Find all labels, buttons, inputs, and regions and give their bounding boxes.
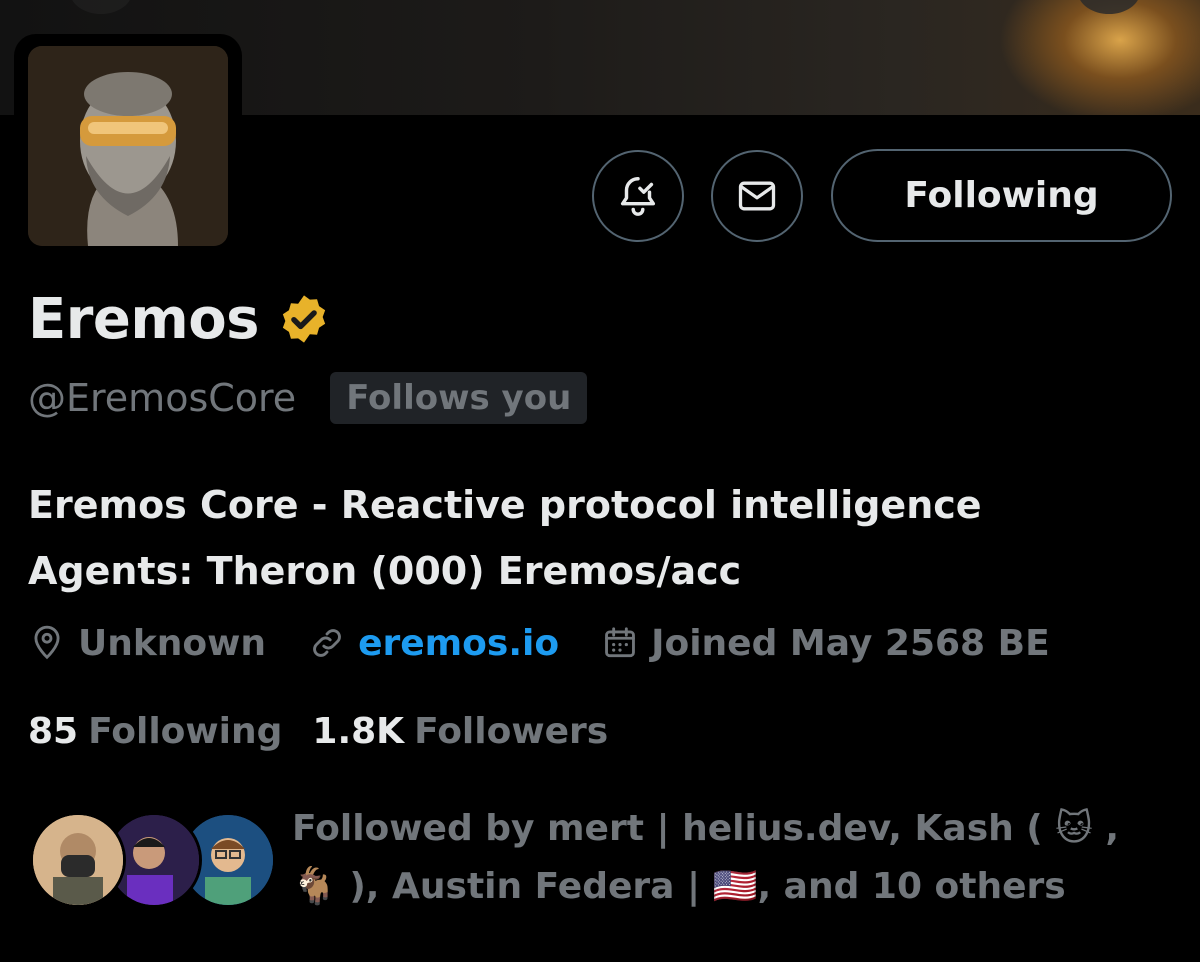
user-handle: @EremosCore <box>28 376 297 420</box>
website-item[interactable]: eremos.io <box>308 623 559 664</box>
followed-by-text[interactable]: Followed by mert | helius.dev, Kash ( 🐱 … <box>292 800 1172 916</box>
follows-you-badge: Follows you <box>330 372 588 424</box>
location-pin-icon <box>34 625 60 660</box>
followed-by-line: 🐐 ), Austin Federa | 🇺🇸, and 10 others <box>292 866 1066 907</box>
joined-text: Joined May 2568 BE <box>651 622 1050 664</box>
joined-item: Joined May 2568 BE <box>601 623 1050 664</box>
bio-line: Agents: Theron (000) Eremos/acc <box>28 549 742 593</box>
location-item: Unknown <box>28 623 266 664</box>
followers-stat[interactable]: 1.8K Followers <box>312 711 608 752</box>
bell-check-icon <box>620 177 656 216</box>
mutual-followers-avatars[interactable] <box>30 812 276 912</box>
website-link[interactable]: eremos.io <box>358 623 559 664</box>
bio-line: Eremos Core - Reactive protocol intellig… <box>28 483 982 527</box>
display-name: Eremos <box>28 286 260 352</box>
followers-count: 1.8K <box>312 710 405 752</box>
following-button[interactable]: Following <box>831 149 1172 242</box>
profile-meta: Unknown eremos.io Joined May 2568 BE <box>28 616 1092 670</box>
profile-avatar[interactable] <box>28 46 228 246</box>
location-text: Unknown <box>78 622 267 664</box>
notifications-toggle-button[interactable] <box>592 150 684 242</box>
following-label: Following <box>88 710 283 752</box>
profile-avatar-frame <box>14 34 242 260</box>
verified-badge-icon[interactable] <box>277 292 331 346</box>
message-button[interactable] <box>711 150 803 242</box>
follow-stats: 85 Following 1.8K Followers <box>28 704 638 758</box>
followed-by-line: Followed by mert | helius.dev, Kash ( 🐱 … <box>292 808 1120 849</box>
link-icon <box>313 629 341 657</box>
bust-statue-image <box>28 46 228 246</box>
following-count: 85 <box>28 710 79 752</box>
name-row: Eremos <box>28 286 331 352</box>
more-options-button[interactable] <box>1078 0 1140 14</box>
followers-label: Followers <box>414 710 609 752</box>
avatar[interactable] <box>30 812 126 908</box>
following-stat[interactable]: 85 Following <box>28 711 282 752</box>
handle-row: @EremosCore Follows you <box>28 372 588 424</box>
calendar-icon <box>605 627 635 658</box>
envelope-icon <box>738 181 776 211</box>
profile-bio: Eremos Core - Reactive protocol intellig… <box>28 472 1178 604</box>
back-button[interactable] <box>70 0 132 14</box>
